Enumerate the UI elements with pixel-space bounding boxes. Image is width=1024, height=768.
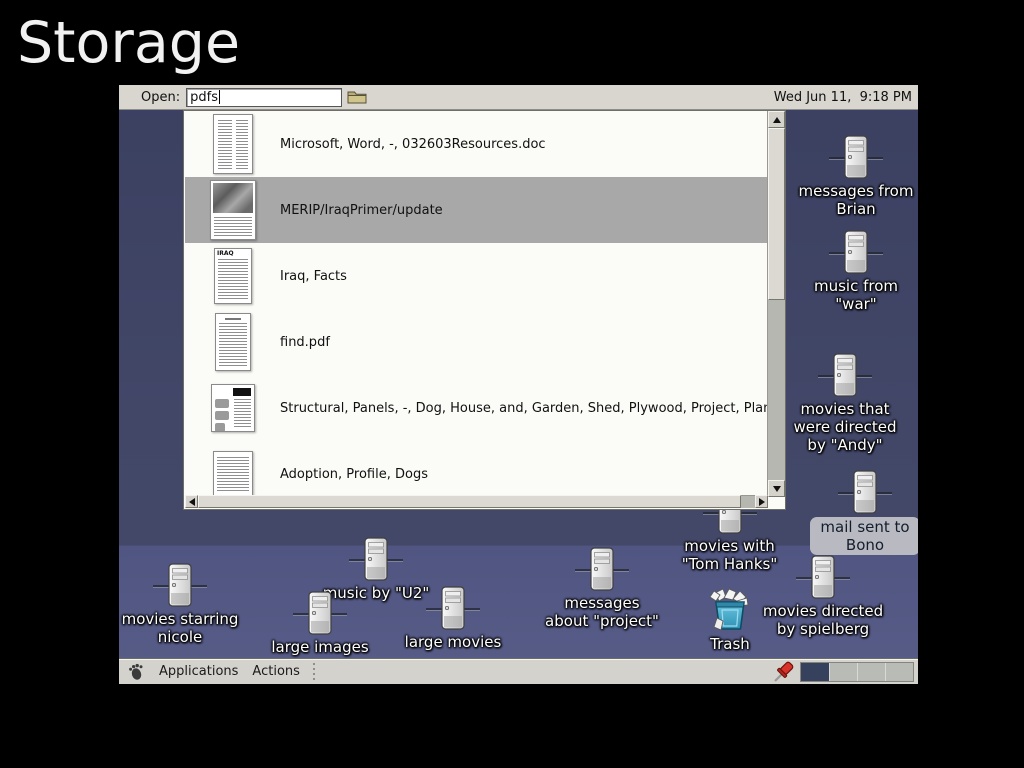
file-result-label: Structural, Panels, -, Dog, House, and, … — [280, 401, 768, 416]
search-topbar: Open: pdfs Wed Jun 11, 9:18 PM — [119, 85, 918, 110]
scroll-right-button[interactable] — [755, 495, 768, 508]
computer-icon — [292, 591, 348, 635]
desktop: Open: pdfs Wed Jun 11, 9:18 PM Microsoft… — [119, 85, 918, 684]
document-thumbnail — [213, 114, 253, 174]
scroll-up-button[interactable] — [768, 111, 785, 128]
page-title: Storage — [17, 10, 240, 76]
file-result-row[interactable]: find.pdf — [185, 309, 768, 375]
horizontal-scrollbar[interactable] — [185, 495, 768, 508]
desktop-icon-label: large images — [271, 638, 368, 656]
computer-icon — [152, 563, 208, 607]
desktop-icon-label: large movies — [405, 633, 502, 651]
file-result-row[interactable]: IRAQ Iraq, Facts — [185, 243, 768, 309]
vertical-scrollbar[interactable] — [767, 111, 785, 497]
desktop-icon-movies-directed-by-andy[interactable]: movies that were directed by "Andy" — [785, 353, 905, 454]
desktop-icon-large-images[interactable]: large images — [250, 591, 390, 656]
document-thumbnail — [215, 313, 251, 371]
desktop-icon-label: movies directed by spielberg — [758, 602, 888, 638]
file-result-label: Microsoft, Word, -, 032603Resources.doc — [280, 137, 768, 152]
trash-icon — [707, 588, 753, 632]
search-results-window: Microsoft, Word, -, 032603Resources.doc … — [183, 110, 786, 510]
file-result-label: find.pdf — [280, 335, 768, 350]
clock: Wed Jun 11, 9:18 PM — [774, 90, 912, 105]
right-arrow-icon — [759, 498, 765, 506]
file-result-label: MERIP/IraqPrimer/update — [280, 203, 768, 218]
vertical-scrollbar-thumb[interactable] — [768, 128, 785, 300]
document-thumbnail — [213, 451, 253, 497]
left-arrow-icon — [189, 498, 195, 506]
panel-handle[interactable] — [312, 663, 317, 681]
file-result-row[interactable]: Structural, Panels, -, Dog, House, and, … — [185, 375, 768, 441]
thumbnail-header-text: IRAQ — [217, 250, 234, 257]
computer-icon — [828, 135, 884, 179]
file-result-row[interactable]: Adoption, Profile, Dogs — [185, 441, 768, 497]
desktop-icon-label: movies starring nicole — [119, 610, 245, 646]
computer-icon — [837, 470, 893, 514]
desktop-icon-label: messages from Brian — [796, 182, 916, 218]
desktop-icon-messages-from-brian[interactable]: messages from Brian — [796, 135, 916, 218]
desktop-icon-large-movies[interactable]: large movies — [383, 586, 523, 651]
desktop-icon-movies-directed-by-spielberg[interactable]: movies directed by spielberg — [758, 555, 888, 638]
workspace-switcher — [800, 662, 914, 682]
computer-icon — [795, 555, 851, 599]
results-list: Microsoft, Word, -, 032603Resources.doc … — [185, 111, 768, 497]
file-result-label: Adoption, Profile, Dogs — [280, 467, 768, 482]
folder-icon[interactable] — [346, 88, 368, 107]
file-result-row-selected[interactable]: MERIP/IraqPrimer/update — [185, 177, 768, 243]
file-result-row[interactable]: Microsoft, Word, -, 032603Resources.doc — [185, 111, 768, 177]
text-caret — [219, 90, 220, 104]
search-input-value: pdfs — [190, 90, 218, 105]
horizontal-scrollbar-thumb[interactable] — [198, 495, 741, 508]
workspace-1[interactable] — [801, 663, 829, 681]
desktop-icon-messages-about-project[interactable]: messages about "project" — [542, 547, 662, 630]
pushpin-icon[interactable] — [772, 660, 796, 684]
scroll-down-button[interactable] — [768, 480, 785, 497]
desktop-icon-label-selected: mail sent to Bono — [810, 517, 918, 555]
desktop-icon-mail-sent-to-bono[interactable]: mail sent to Bono — [810, 470, 918, 555]
scroll-left-button[interactable] — [185, 495, 198, 508]
document-thumbnail: IRAQ — [214, 248, 252, 304]
computer-icon — [828, 230, 884, 274]
workspace-3[interactable] — [857, 663, 885, 681]
desktop-icon-label: messages about "project" — [542, 594, 662, 630]
desktop-icon-label: Trash — [710, 635, 750, 653]
taskbar: Applications Actions — [119, 658, 918, 684]
computer-icon — [425, 586, 481, 630]
computer-icon — [817, 353, 873, 397]
up-arrow-icon — [773, 117, 781, 123]
desktop-icon-label: music from "war" — [806, 277, 906, 313]
open-label: Open: — [141, 90, 180, 105]
workspace-2[interactable] — [829, 663, 857, 681]
menu-applications[interactable]: Applications — [159, 664, 238, 679]
workspace-4[interactable] — [885, 663, 913, 681]
menu-actions[interactable]: Actions — [252, 664, 300, 679]
desktop-icon-music-from-war[interactable]: music from "war" — [806, 230, 906, 313]
desktop-icon-label: movies that were directed by "Andy" — [785, 400, 905, 454]
document-thumbnail — [210, 180, 256, 240]
computer-icon — [348, 537, 404, 581]
document-thumbnail — [211, 384, 255, 432]
computer-icon — [574, 547, 630, 591]
down-arrow-icon — [773, 486, 781, 492]
gnome-menu-icon[interactable] — [127, 663, 145, 681]
file-result-label: Iraq, Facts — [280, 269, 768, 284]
desktop-icon-movies-starring-nicole[interactable]: movies starring nicole — [119, 563, 245, 646]
search-input[interactable]: pdfs — [186, 88, 342, 107]
system-tray — [772, 660, 914, 684]
